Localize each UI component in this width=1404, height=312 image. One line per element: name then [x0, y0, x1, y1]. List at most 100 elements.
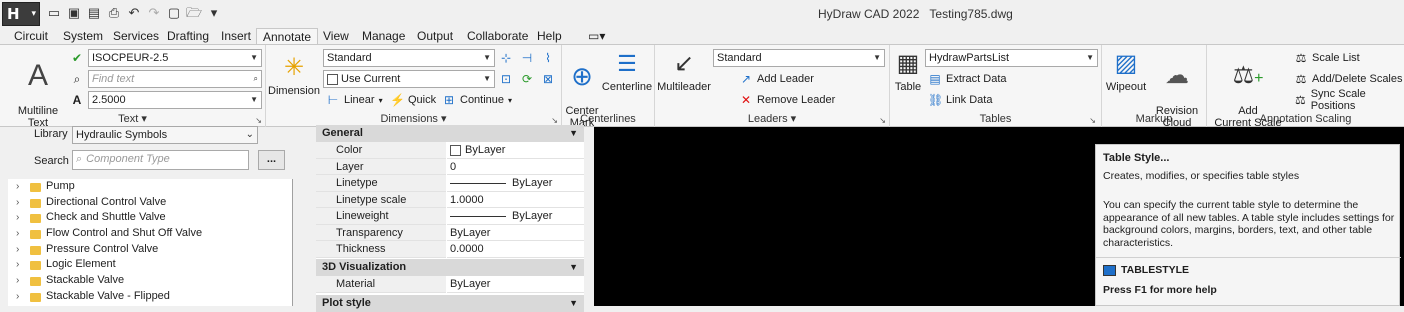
property-name: Material	[316, 276, 446, 293]
tree-item[interactable]: › Stackable Valve	[8, 273, 293, 289]
chevron-right-icon[interactable]: ›	[16, 273, 19, 289]
tab-help[interactable]: Help	[531, 28, 568, 44]
chevron-right-icon[interactable]: ›	[16, 226, 19, 242]
dim-jog-icon[interactable]: ⌇	[541, 51, 555, 65]
dim-update-icon[interactable]: ⟳	[520, 72, 534, 86]
save-icon[interactable]: ▣	[66, 4, 82, 22]
property-value[interactable]: 1.0000	[447, 192, 584, 208]
property-row[interactable]: Linetype scale 1.0000	[316, 191, 584, 208]
table-style-select[interactable]: HydrawPartsList ▼	[925, 49, 1098, 67]
text-panel-title[interactable]: Text ▾	[0, 112, 265, 127]
tree-item[interactable]: › Stackable Valve - Flipped	[8, 289, 293, 305]
dim-space-icon[interactable]: ⊹	[499, 51, 513, 65]
property-value[interactable]: 0	[447, 159, 584, 175]
new-file-icon[interactable]: ▢	[166, 4, 182, 22]
dialog-launcher-icon[interactable]: ↘	[255, 116, 262, 125]
chevron-right-icon[interactable]: ›	[16, 179, 19, 195]
continue-button[interactable]: ⊞ Continue ▾	[442, 91, 512, 109]
workspace-dropdown-icon[interactable]: ▭▾	[582, 28, 611, 44]
property-row[interactable]: Color ByLayer	[316, 142, 584, 159]
property-value[interactable]: 0.0000	[447, 241, 584, 258]
new-icon[interactable]: ▭	[46, 4, 62, 22]
property-value[interactable]: ByLayer	[447, 142, 584, 159]
quick-dimension-button[interactable]: ⚡ Quick	[390, 91, 436, 109]
dim-break-icon[interactable]: ⊣	[520, 51, 534, 65]
3d-visualization-category-header[interactable]: 3D Visualization ▼	[316, 259, 584, 276]
tab-collaborate[interactable]: Collaborate	[461, 28, 534, 44]
property-value[interactable]: ByLayer	[447, 225, 584, 241]
property-row[interactable]: Linetype ByLayer	[316, 175, 584, 192]
tree-item[interactable]: › Pressure Control Valve	[8, 242, 293, 258]
linear-button[interactable]: ⊢ Linear ▾	[326, 91, 383, 109]
leaders-panel-title[interactable]: Leaders ▾	[655, 112, 889, 127]
dimension-button[interactable]: ✳ Dimension	[268, 53, 320, 97]
link-data-button[interactable]: ⛓ Link Data	[928, 91, 992, 109]
search-icon[interactable]: ⌕	[254, 71, 258, 87]
tab-manage[interactable]: Manage	[356, 28, 411, 44]
tab-output[interactable]: Output	[411, 28, 459, 44]
tab-system[interactable]: System	[57, 28, 109, 44]
tables-panel-title: Tables	[979, 113, 1012, 125]
undo-icon[interactable]: ↶	[126, 4, 142, 22]
chevron-right-icon[interactable]: ›	[16, 257, 19, 273]
palette-scrollbar[interactable]	[294, 127, 312, 306]
save-as-icon[interactable]: ▤	[86, 4, 102, 22]
tab-insert[interactable]: Insert	[215, 28, 257, 44]
property-row[interactable]: Layer 0	[316, 158, 584, 175]
property-row[interactable]: Thickness 0.0000	[316, 241, 584, 258]
general-category-header[interactable]: General ▼	[316, 125, 584, 142]
property-row[interactable]: Transparency ByLayer	[316, 224, 584, 241]
extract-data-button[interactable]: ▤ Extract Data	[928, 70, 1006, 88]
chevron-right-icon[interactable]: ›	[16, 210, 19, 226]
property-value[interactable]: ByLayer	[447, 175, 584, 192]
tab-services[interactable]: Services	[107, 28, 165, 44]
property-row[interactable]: Material ByLayer	[316, 276, 584, 293]
redo-icon[interactable]: ↷	[146, 4, 162, 22]
add-delete-scales-button[interactable]: ⚖ Add/Delete Scales	[1294, 70, 1403, 88]
tab-drafting[interactable]: Drafting	[161, 28, 215, 44]
application-menu-button[interactable]: H ▾	[2, 2, 40, 26]
tab-circuit[interactable]: Circuit	[8, 28, 54, 44]
tree-item[interactable]: › Directional Control Valve	[8, 195, 293, 211]
library-select[interactable]: Hydraulic Symbols ⌄	[72, 126, 258, 144]
table-style-launcher-icon[interactable]: ↘	[1089, 116, 1096, 125]
text-style-select[interactable]: ISOCPEUR-2.5 ▼	[88, 49, 262, 67]
tab-view[interactable]: View	[317, 28, 355, 44]
open-icon[interactable]: 🗁	[186, 4, 202, 22]
property-value[interactable]: ByLayer	[447, 208, 584, 225]
table-button[interactable]: ▦ Table	[892, 49, 924, 93]
multileader-button[interactable]: ↙ Multileader	[656, 49, 712, 93]
plot-style-category-header[interactable]: Plot style ▼	[316, 295, 584, 312]
customize-icon[interactable]: ▾	[206, 4, 222, 22]
tree-item[interactable]: › Pump	[8, 179, 293, 195]
print-icon[interactable]: ⎙	[106, 4, 122, 22]
text-height-select[interactable]: 2.5000 ▼	[88, 91, 262, 109]
folder-icon	[30, 214, 41, 224]
dimension-layer-select[interactable]: Use Current ▼	[323, 70, 495, 88]
dimension-style-select[interactable]: Standard ▼	[323, 49, 495, 67]
wipeout-button[interactable]: ▨ Wipeout	[1104, 49, 1148, 93]
find-text-input[interactable]: Find text ⌕	[88, 70, 262, 88]
tree-item[interactable]: › Flow Control and Shut Off Valve	[8, 226, 293, 242]
leader-style-select[interactable]: Standard ▼	[713, 49, 885, 67]
chevron-right-icon[interactable]: ›	[16, 195, 19, 211]
scale-list-button[interactable]: ⚖ Scale List	[1294, 49, 1360, 67]
tree-item[interactable]: › Logic Element	[8, 257, 293, 273]
sync-scale-positions-button[interactable]: ⚖ Sync Scale Positions	[1294, 88, 1404, 112]
chevron-right-icon[interactable]: ›	[16, 242, 19, 258]
dim-reassociate-icon[interactable]: ⊠	[541, 72, 555, 86]
tree-item[interactable]: › Check and Shuttle Valve	[8, 210, 293, 226]
dialog-launcher-icon[interactable]: ↘	[551, 116, 558, 125]
dim-inspect-icon[interactable]: ⊡	[499, 72, 513, 86]
chevron-right-icon[interactable]: ›	[16, 289, 19, 305]
more-options-button[interactable]: ...	[258, 150, 285, 170]
check-spelling-icon[interactable]: ✔	[70, 51, 84, 65]
tab-annotate[interactable]: Annotate	[256, 28, 319, 45]
dialog-launcher-icon[interactable]: ↘	[879, 116, 886, 125]
centerline-button[interactable]: ☰ Centerline	[600, 49, 654, 93]
property-row[interactable]: Lineweight ByLayer	[316, 208, 584, 225]
component-search-input[interactable]: ⌕ Component Type	[72, 150, 249, 170]
add-leader-button[interactable]: ↗ Add Leader	[739, 70, 814, 88]
remove-leader-button[interactable]: ✕ Remove Leader	[739, 91, 835, 109]
property-value[interactable]: ByLayer	[447, 276, 584, 293]
